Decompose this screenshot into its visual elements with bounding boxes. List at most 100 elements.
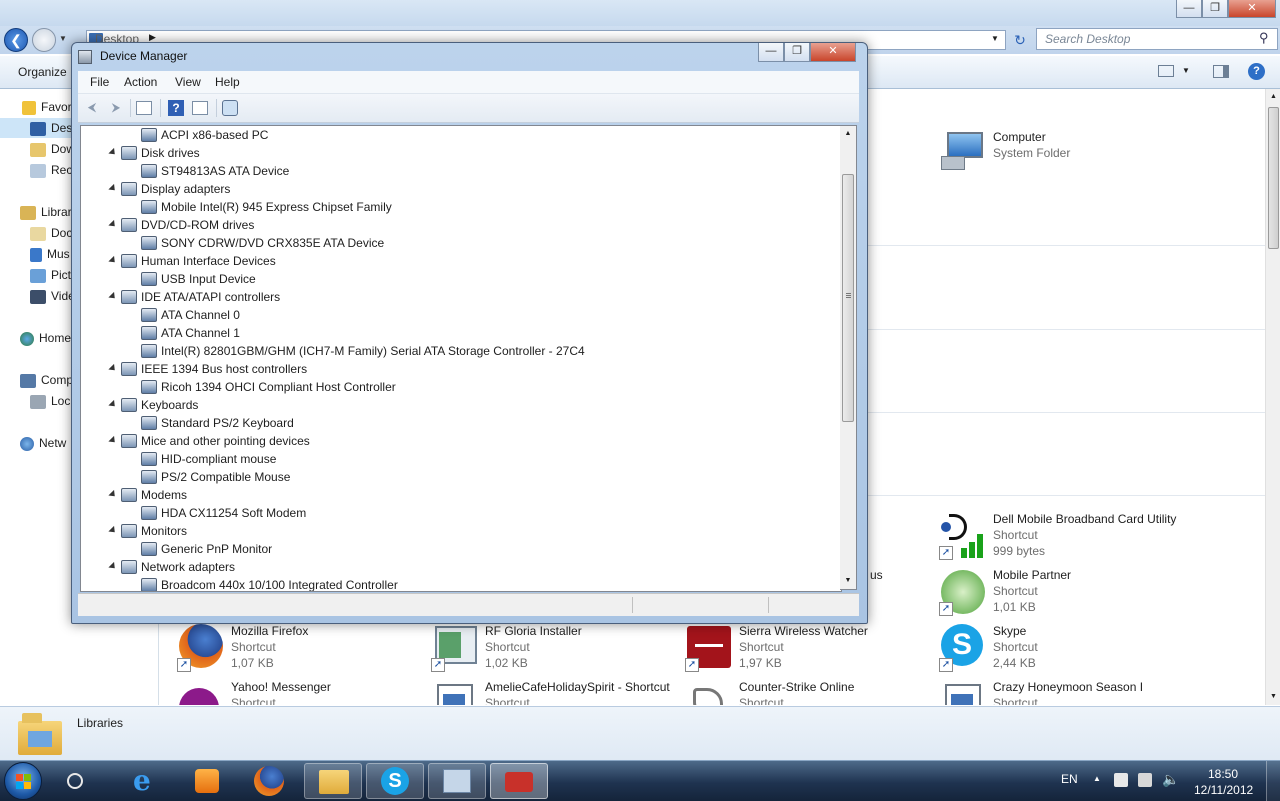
minimize-button[interactable]: —: [1176, 0, 1202, 18]
nav-homegroup[interactable]: Home: [20, 328, 71, 348]
taskbar-skype[interactable]: S: [366, 763, 424, 799]
device-item[interactable]: ATA Channel 0: [81, 306, 841, 324]
maximize-button[interactable]: ❐: [1202, 0, 1228, 18]
expand-collapse-icon[interactable]: [108, 255, 118, 266]
expand-collapse-icon[interactable]: [108, 435, 118, 446]
device-item[interactable]: Ricoh 1394 OHCI Compliant Host Controlle…: [81, 378, 841, 396]
view-dropdown-icon[interactable]: ▼: [1182, 66, 1190, 75]
action-center-flag-icon[interactable]: [1114, 773, 1128, 787]
properties-icon[interactable]: [192, 101, 208, 115]
crazy-honeymoon-item[interactable]: Crazy Honeymoon Season I Shortcut: [939, 680, 1189, 705]
device-item[interactable]: SONY CDRW/DVD CRX835E ATA Device: [81, 234, 841, 252]
preview-pane-icon[interactable]: [1213, 65, 1229, 78]
expand-collapse-icon[interactable]: [108, 525, 118, 536]
nav-libraries[interactable]: Librar: [20, 202, 72, 222]
device-category[interactable]: Mice and other pointing devices: [81, 432, 841, 450]
show-hide-console-tree-icon[interactable]: [136, 101, 152, 115]
menu-help[interactable]: Help: [209, 71, 246, 93]
show-hidden-icons-icon[interactable]: ▲: [1093, 774, 1101, 783]
device-category[interactable]: Human Interface Devices: [81, 252, 841, 270]
taskbar-firefox[interactable]: [240, 763, 298, 799]
device-category[interactable]: Disk drives: [81, 144, 841, 162]
expand-collapse-icon[interactable]: [108, 489, 118, 500]
mobile-partner-item[interactable]: ➚ Mobile Partner Shortcut 1,01 KB: [939, 568, 1189, 624]
scroll-thumb[interactable]: [1268, 107, 1279, 249]
device-item[interactable]: Broadcom 440x 10/100 Integrated Controll…: [81, 576, 841, 591]
device-category[interactable]: Keyboards: [81, 396, 841, 414]
device-category[interactable]: Network adapters: [81, 558, 841, 576]
expand-collapse-icon[interactable]: [108, 561, 118, 572]
dell-broadband-item[interactable]: ➚ Dell Mobile Broadband Card Utility Sho…: [939, 512, 1189, 568]
taskbar-internet-explorer[interactable]: e: [118, 763, 176, 799]
device-item[interactable]: ATA Channel 1: [81, 324, 841, 342]
safely-remove-hardware-icon[interactable]: [1138, 773, 1152, 787]
device-category[interactable]: IEEE 1394 Bus host controllers: [81, 360, 841, 378]
device-category[interactable]: DVD/CD-ROM drives: [81, 216, 841, 234]
nav-local-disk[interactable]: Loc: [30, 391, 70, 411]
device-category[interactable]: Display adapters: [81, 180, 841, 198]
help-book-icon[interactable]: ?: [168, 100, 184, 116]
refresh-icon[interactable]: ↻: [1010, 30, 1030, 50]
nav-pictures[interactable]: Pict: [30, 265, 71, 285]
scroll-down-arrow-icon[interactable]: ▼: [840, 573, 856, 589]
nav-computer[interactable]: Comp: [20, 370, 73, 390]
start-button[interactable]: [4, 762, 42, 800]
rf-gloria-item[interactable]: ➚ RF Gloria Installer Shortcut 1,02 KB: [431, 624, 681, 680]
nav-recent[interactable]: Rec: [30, 160, 72, 180]
device-item[interactable]: Standard PS/2 Keyboard: [81, 414, 841, 432]
recent-pages-chevron-icon[interactable]: ▼: [59, 34, 67, 43]
device-category[interactable]: Monitors: [81, 522, 841, 540]
view-options-icon[interactable]: [1158, 65, 1174, 77]
show-desktop-button[interactable]: [1266, 761, 1280, 801]
taskbar-app-network[interactable]: [48, 763, 102, 799]
menu-action[interactable]: Action: [118, 71, 163, 93]
forward-arrow-icon[interactable]: ⮞: [106, 98, 126, 116]
organize-button[interactable]: Organize: [18, 65, 67, 79]
explorer-scrollbar[interactable]: ▲ ▼: [1265, 89, 1280, 705]
tree-scrollbar[interactable]: ▲ ▼: [840, 125, 857, 590]
scroll-up-arrow-icon[interactable]: ▲: [1266, 89, 1280, 104]
device-item[interactable]: PS/2 Compatible Mouse: [81, 468, 841, 486]
close-button[interactable]: ✕: [1228, 0, 1276, 18]
search-icon[interactable]: ⚲: [1259, 30, 1269, 46]
language-indicator[interactable]: EN: [1061, 772, 1078, 786]
taskbar-media-player[interactable]: [178, 763, 236, 799]
scroll-down-arrow-icon[interactable]: ▼: [1266, 689, 1280, 704]
sierra-wireless-item[interactable]: ➚ Sierra Wireless Watcher Shortcut 1,97 …: [685, 624, 935, 680]
volume-icon[interactable]: 🔈: [1162, 771, 1179, 788]
forward-button[interactable]: [32, 28, 56, 52]
menu-view[interactable]: View: [169, 71, 207, 93]
scan-hardware-changes-icon[interactable]: [222, 100, 238, 116]
device-item[interactable]: Generic PnP Monitor: [81, 540, 841, 558]
back-button[interactable]: ❮: [4, 28, 28, 52]
yahoo-messenger-item[interactable]: Yahoo! Messenger Shortcut: [177, 680, 427, 705]
expand-collapse-icon[interactable]: [108, 363, 118, 374]
search-input[interactable]: Search Desktop ⚲: [1036, 28, 1278, 50]
device-category[interactable]: Modems: [81, 486, 841, 504]
skype-item[interactable]: S ➚ Skype Shortcut 2,44 KB: [939, 624, 1189, 680]
nav-documents[interactable]: Doc: [30, 223, 72, 243]
scroll-up-arrow-icon[interactable]: ▲: [840, 126, 856, 142]
device-item[interactable]: Mobile Intel(R) 945 Express Chipset Fami…: [81, 198, 841, 216]
taskbar-device-manager[interactable]: [490, 763, 548, 799]
expand-collapse-icon[interactable]: [108, 183, 118, 194]
taskbar-control-panel[interactable]: [428, 763, 486, 799]
nav-network[interactable]: Netw: [20, 433, 66, 453]
dm-close-button[interactable]: ✕: [810, 43, 856, 62]
device-item[interactable]: USB Input Device: [81, 270, 841, 288]
computer-item[interactable]: Computer System Folder: [939, 130, 1189, 186]
nav-videos[interactable]: Vide: [30, 286, 75, 306]
scroll-thumb[interactable]: [842, 174, 854, 422]
expand-collapse-icon[interactable]: [108, 219, 118, 230]
clock-time[interactable]: 18:50: [1208, 767, 1238, 781]
nav-music[interactable]: Mus: [30, 244, 70, 264]
dm-maximize-button[interactable]: ❐: [784, 43, 810, 62]
expand-collapse-icon[interactable]: [108, 399, 118, 410]
device-tree[interactable]: ACPI x86-based PC Disk drives ST94813AS AT…: [80, 125, 842, 592]
taskbar-explorer[interactable]: [304, 763, 362, 799]
help-icon[interactable]: ?: [1248, 63, 1265, 80]
device-item[interactable]: Intel(R) 82801GBM/GHM (ICH7-M Family) Se…: [81, 342, 841, 360]
address-dropdown-icon[interactable]: ▼: [991, 34, 999, 43]
menu-file[interactable]: File: [84, 71, 115, 93]
expand-collapse-icon[interactable]: [108, 147, 118, 158]
